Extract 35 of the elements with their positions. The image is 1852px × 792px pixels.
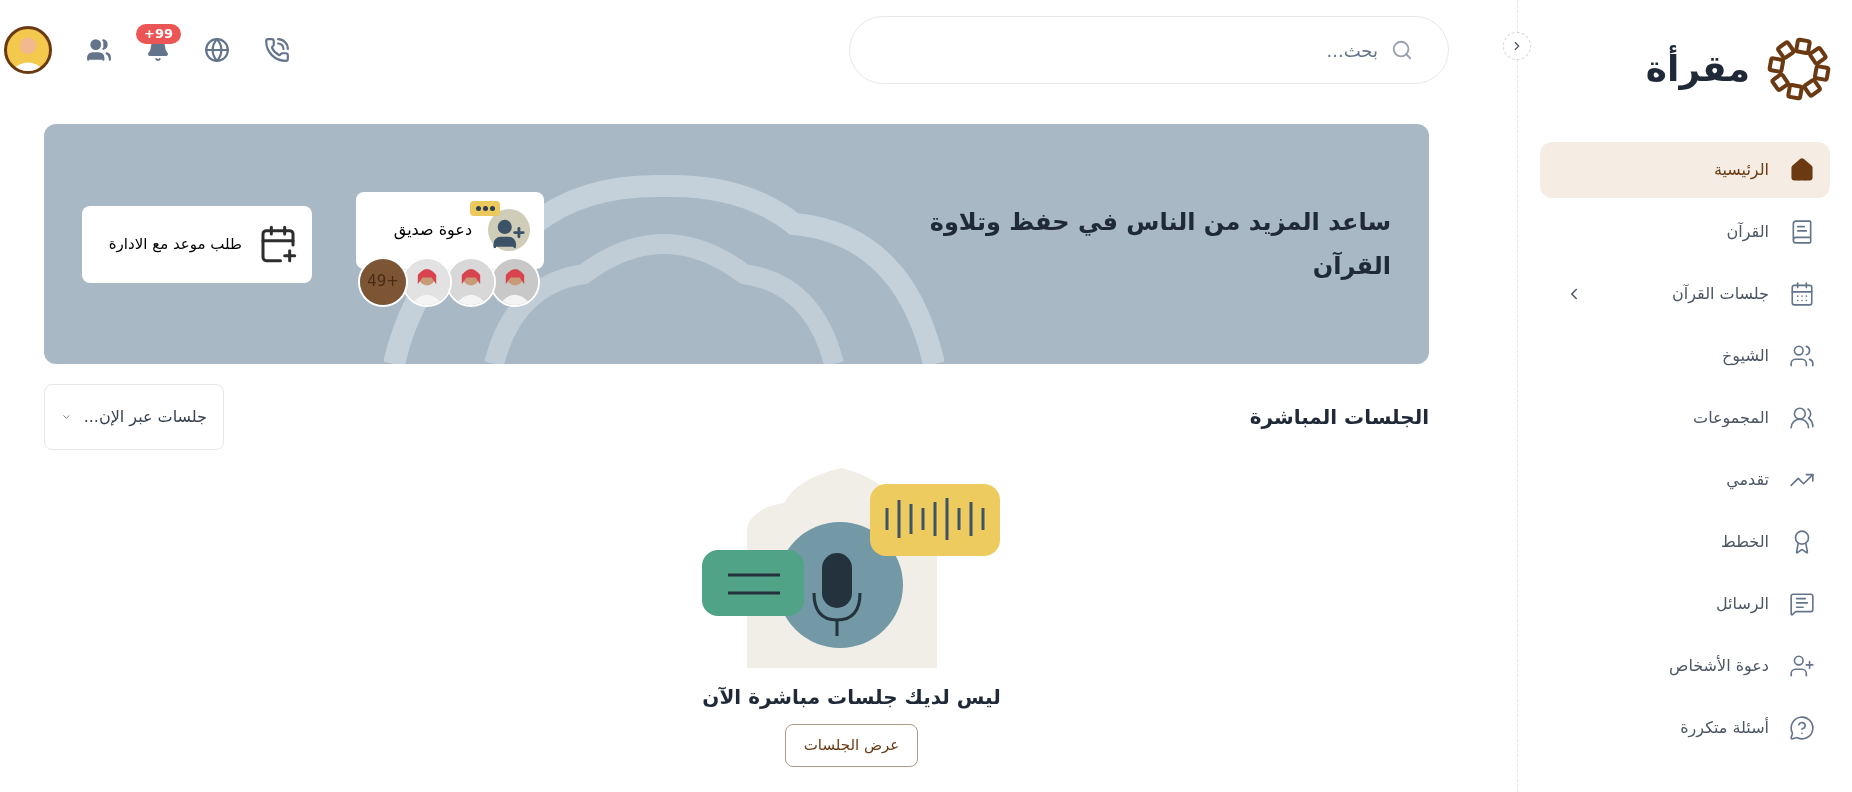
sidebar-item[interactable]: القرآن: [1540, 204, 1830, 260]
globe-icon[interactable]: [204, 37, 230, 63]
phone-icon[interactable]: [264, 37, 290, 63]
calendar-icon: [1789, 281, 1815, 307]
group-icon: [1789, 405, 1815, 431]
sidebar-item[interactable]: الرئيسية: [1540, 142, 1830, 198]
invite-friend-button[interactable]: دعوة صديق: [356, 191, 544, 269]
filter-dropdown[interactable]: جلسات عبر الإن...: [44, 384, 224, 450]
search-field[interactable]: بحث...: [849, 16, 1449, 84]
contacts-icon[interactable]: [86, 37, 112, 63]
sidebar-item[interactable]: دعوة الأشخاص: [1540, 638, 1830, 694]
add-user-icon: [1789, 653, 1815, 679]
notification-badge: +99: [136, 24, 181, 44]
sidebar-item[interactable]: جلسات القرآن: [1540, 266, 1830, 322]
sidebar-item[interactable]: الشيوخ: [1540, 328, 1830, 384]
search-icon: [1391, 39, 1413, 61]
sidebar-item[interactable]: الرسائل: [1540, 576, 1830, 632]
sidebar-item[interactable]: المجموعات: [1540, 390, 1830, 446]
banner-title: ساعد المزيد من الناس في حفظ وتلاوة القرآن: [928, 207, 1391, 282]
logo-text: مقرأة: [1645, 42, 1750, 96]
view-sessions-button[interactable]: عرض الجلسات: [784, 724, 919, 767]
home-icon: [1789, 157, 1815, 183]
user-avatar[interactable]: [4, 26, 52, 74]
users-icon: [1789, 343, 1815, 369]
sidebar-item[interactable]: الخطط: [1540, 514, 1830, 570]
sidebar-item[interactable]: أسئلة متكررة: [1540, 700, 1830, 756]
question-icon: [1789, 715, 1815, 741]
dots-icon: [470, 201, 500, 216]
message-icon: [1789, 591, 1815, 617]
sidebar-item[interactable]: تقدمي: [1540, 452, 1830, 508]
appointment-button[interactable]: طلب موعد مع الادارة: [82, 205, 312, 283]
section-title: الجلسات المباشرة: [1249, 404, 1429, 431]
empty-state-message: ليس لديك جلسات مباشرة الآن: [702, 684, 1001, 711]
add-user-icon: [492, 217, 526, 251]
logo-icon: [1766, 36, 1832, 102]
